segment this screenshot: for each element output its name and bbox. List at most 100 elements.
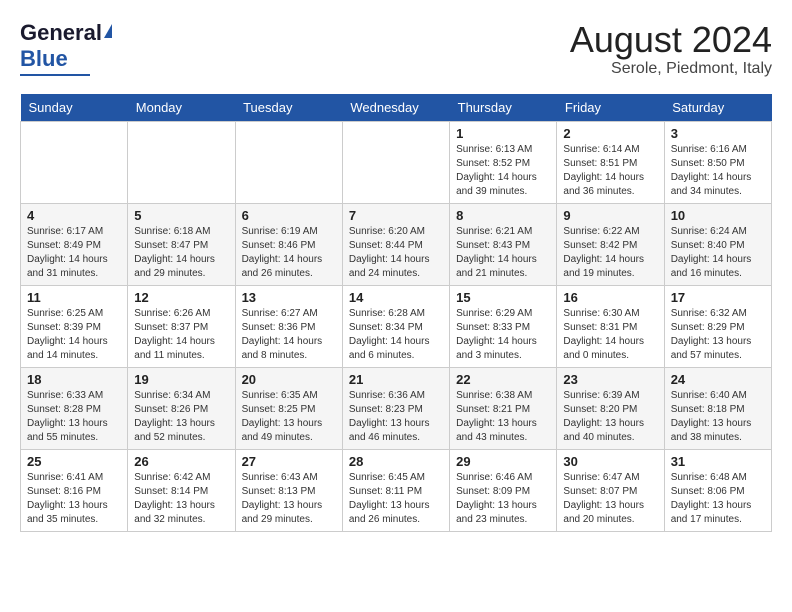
day-number: 12 (134, 290, 228, 305)
calendar-cell: 15 Sunrise: 6:29 AM Sunset: 8:33 PM Dayli… (450, 285, 557, 367)
day-number: 8 (456, 208, 550, 223)
day-info: Sunrise: 6:39 AM Sunset: 8:20 PM Dayligh… (563, 389, 657, 445)
calendar-cell (342, 121, 449, 203)
calendar-cell: 29 Sunrise: 6:46 AM Sunset: 8:09 PM Dayli… (450, 449, 557, 531)
weekday-header-saturday: Saturday (664, 94, 771, 122)
location-subtitle: Serole, Piedmont, Italy (570, 60, 772, 78)
day-info: Sunrise: 6:28 AM Sunset: 8:34 PM Dayligh… (349, 307, 443, 363)
day-number: 26 (134, 454, 228, 469)
week-row-1: 1Sunrise: 6:13 AM Sunset: 8:52 PM Daylig… (21, 121, 772, 203)
day-info: Sunrise: 6:33 AM Sunset: 8:28 PM Dayligh… (27, 389, 121, 445)
calendar-cell: 22Sunrise: 6:38 AM Sunset: 8:21 PM Dayli… (450, 367, 557, 449)
weekday-header-tuesday: Tuesday (235, 94, 342, 122)
calendar-cell: 11 Sunrise: 6:25 AM Sunset: 8:39 PM Dayli… (21, 285, 128, 367)
day-number: 5 (134, 208, 228, 223)
day-number: 4 (27, 208, 121, 223)
logo-general-text: General (20, 20, 102, 46)
calendar-cell: 12 Sunrise: 6:26 AM Sunset: 8:37 PM Dayli… (128, 285, 235, 367)
weekday-header-monday: Monday (128, 94, 235, 122)
calendar-cell: 16 Sunrise: 6:30 AM Sunset: 8:31 PM Dayli… (557, 285, 664, 367)
day-info: Sunrise: 6:40 AM Sunset: 8:18 PM Dayligh… (671, 389, 765, 445)
calendar-cell: 23 Sunrise: 6:39 AM Sunset: 8:20 PM Dayli… (557, 367, 664, 449)
day-info: Sunrise: 6:38 AM Sunset: 8:21 PM Dayligh… (456, 389, 550, 445)
weekday-header-thursday: Thursday (450, 94, 557, 122)
calendar-cell: 19Sunrise: 6:34 AM Sunset: 8:26 PM Dayli… (128, 367, 235, 449)
day-number: 1 (456, 126, 550, 141)
calendar-cell: 2 Sunrise: 6:14 AM Sunset: 8:51 PM Daylig… (557, 121, 664, 203)
day-number: 6 (242, 208, 336, 223)
day-info: Sunrise: 6:21 AM Sunset: 8:43 PM Dayligh… (456, 225, 550, 281)
page-header: General Blue August 2024 Serole, Piedmon… (20, 20, 772, 78)
calendar-cell (128, 121, 235, 203)
day-info: Sunrise: 6:30 AM Sunset: 8:31 PM Dayligh… (563, 307, 657, 363)
day-info: Sunrise: 6:22 AM Sunset: 8:42 PM Dayligh… (563, 225, 657, 281)
day-number: 24 (671, 372, 765, 387)
day-number: 23 (563, 372, 657, 387)
day-number: 18 (27, 372, 121, 387)
day-number: 2 (563, 126, 657, 141)
month-year-title: August 2024 (570, 20, 772, 60)
calendar-cell: 27Sunrise: 6:43 AM Sunset: 8:13 PM Dayli… (235, 449, 342, 531)
weekday-header-row: SundayMondayTuesdayWednesdayThursdayFrid… (21, 94, 772, 122)
day-info: Sunrise: 6:29 AM Sunset: 8:33 PM Dayligh… (456, 307, 550, 363)
calendar-cell: 26Sunrise: 6:42 AM Sunset: 8:14 PM Dayli… (128, 449, 235, 531)
calendar-cell: 18 Sunrise: 6:33 AM Sunset: 8:28 PM Dayli… (21, 367, 128, 449)
calendar-cell: 5Sunrise: 6:18 AM Sunset: 8:47 PM Daylig… (128, 203, 235, 285)
day-number: 29 (456, 454, 550, 469)
calendar-cell (235, 121, 342, 203)
day-info: Sunrise: 6:19 AM Sunset: 8:46 PM Dayligh… (242, 225, 336, 281)
day-number: 10 (671, 208, 765, 223)
logo: General Blue (20, 20, 112, 76)
day-info: Sunrise: 6:47 AM Sunset: 8:07 PM Dayligh… (563, 471, 657, 527)
day-number: 16 (563, 290, 657, 305)
day-number: 30 (563, 454, 657, 469)
day-number: 31 (671, 454, 765, 469)
day-info: Sunrise: 6:16 AM Sunset: 8:50 PM Dayligh… (671, 143, 765, 199)
week-row-4: 18 Sunrise: 6:33 AM Sunset: 8:28 PM Dayli… (21, 367, 772, 449)
logo-line (20, 74, 90, 76)
day-number: 28 (349, 454, 443, 469)
day-info: Sunrise: 6:14 AM Sunset: 8:51 PM Dayligh… (563, 143, 657, 199)
calendar-cell: 31 Sunrise: 6:48 AM Sunset: 8:06 PM Dayli… (664, 449, 771, 531)
week-row-2: 4Sunrise: 6:17 AM Sunset: 8:49 PM Daylig… (21, 203, 772, 285)
week-row-5: 25Sunrise: 6:41 AM Sunset: 8:16 PM Dayli… (21, 449, 772, 531)
calendar-cell: 14Sunrise: 6:28 AM Sunset: 8:34 PM Dayli… (342, 285, 449, 367)
day-number: 21 (349, 372, 443, 387)
day-info: Sunrise: 6:41 AM Sunset: 8:16 PM Dayligh… (27, 471, 121, 527)
day-info: Sunrise: 6:24 AM Sunset: 8:40 PM Dayligh… (671, 225, 765, 281)
day-info: Sunrise: 6:27 AM Sunset: 8:36 PM Dayligh… (242, 307, 336, 363)
calendar-cell: 6 Sunrise: 6:19 AM Sunset: 8:46 PM Daylig… (235, 203, 342, 285)
calendar-cell: 21Sunrise: 6:36 AM Sunset: 8:23 PM Dayli… (342, 367, 449, 449)
day-info: Sunrise: 6:32 AM Sunset: 8:29 PM Dayligh… (671, 307, 765, 363)
day-info: Sunrise: 6:46 AM Sunset: 8:09 PM Dayligh… (456, 471, 550, 527)
calendar-cell: 4Sunrise: 6:17 AM Sunset: 8:49 PM Daylig… (21, 203, 128, 285)
calendar-cell: 17 Sunrise: 6:32 AM Sunset: 8:29 PM Dayli… (664, 285, 771, 367)
week-row-3: 11 Sunrise: 6:25 AM Sunset: 8:39 PM Dayli… (21, 285, 772, 367)
calendar-cell: 3Sunrise: 6:16 AM Sunset: 8:50 PM Daylig… (664, 121, 771, 203)
day-info: Sunrise: 6:25 AM Sunset: 8:39 PM Dayligh… (27, 307, 121, 363)
calendar-cell: 9 Sunrise: 6:22 AM Sunset: 8:42 PM Daylig… (557, 203, 664, 285)
calendar-table: SundayMondayTuesdayWednesdayThursdayFrid… (20, 94, 772, 532)
day-info: Sunrise: 6:35 AM Sunset: 8:25 PM Dayligh… (242, 389, 336, 445)
calendar-cell: 13 Sunrise: 6:27 AM Sunset: 8:36 PM Dayli… (235, 285, 342, 367)
day-number: 19 (134, 372, 228, 387)
day-number: 13 (242, 290, 336, 305)
day-number: 17 (671, 290, 765, 305)
day-info: Sunrise: 6:48 AM Sunset: 8:06 PM Dayligh… (671, 471, 765, 527)
day-number: 11 (27, 290, 121, 305)
day-info: Sunrise: 6:45 AM Sunset: 8:11 PM Dayligh… (349, 471, 443, 527)
calendar-cell: 25Sunrise: 6:41 AM Sunset: 8:16 PM Dayli… (21, 449, 128, 531)
day-number: 15 (456, 290, 550, 305)
day-number: 20 (242, 372, 336, 387)
day-number: 7 (349, 208, 443, 223)
calendar-cell: 7Sunrise: 6:20 AM Sunset: 8:44 PM Daylig… (342, 203, 449, 285)
calendar-cell: 30 Sunrise: 6:47 AM Sunset: 8:07 PM Dayli… (557, 449, 664, 531)
title-block: August 2024 Serole, Piedmont, Italy (570, 20, 772, 78)
day-number: 9 (563, 208, 657, 223)
calendar-cell: 24 Sunrise: 6:40 AM Sunset: 8:18 PM Dayli… (664, 367, 771, 449)
day-info: Sunrise: 6:26 AM Sunset: 8:37 PM Dayligh… (134, 307, 228, 363)
logo-triangle-icon (104, 24, 112, 38)
weekday-header-wednesday: Wednesday (342, 94, 449, 122)
weekday-header-friday: Friday (557, 94, 664, 122)
calendar-cell: 28 Sunrise: 6:45 AM Sunset: 8:11 PM Dayli… (342, 449, 449, 531)
